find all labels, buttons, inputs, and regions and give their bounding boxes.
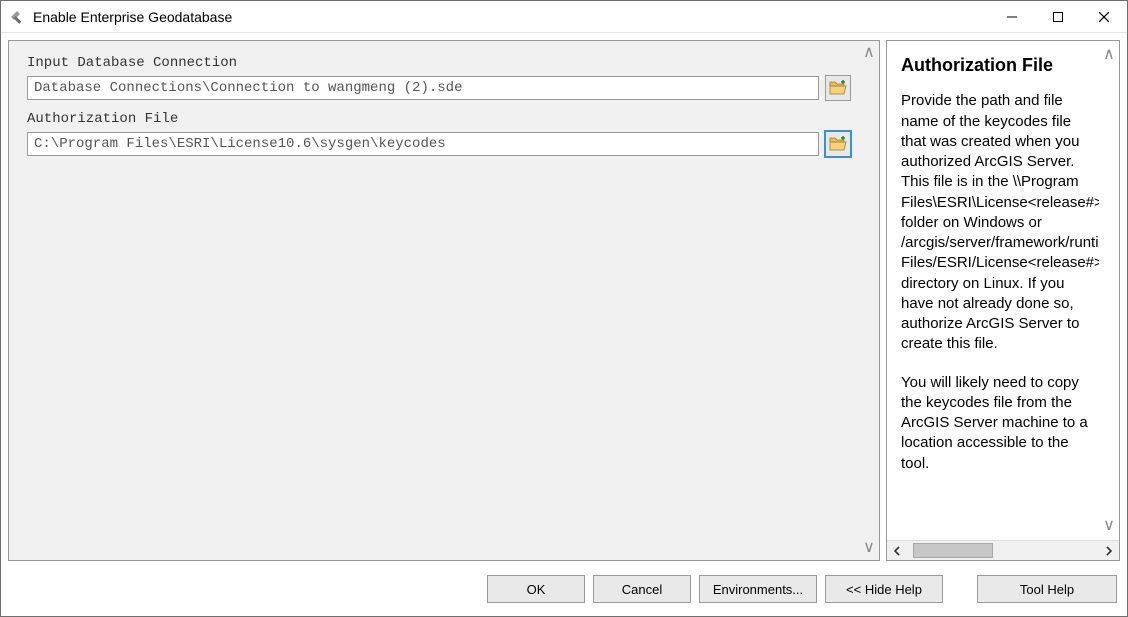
scroll-up-icon: ∧ <box>1103 47 1115 63</box>
panels: Input Database Connection <box>1 33 1127 568</box>
field-authorization-file: Authorization File <box>27 111 851 157</box>
close-button[interactable] <box>1081 1 1127 32</box>
scroll-down-icon: ∨ <box>1103 518 1115 534</box>
tool-help-button[interactable]: Tool Help <box>977 575 1117 603</box>
help-heading: Authorization File <box>901 53 1097 77</box>
help-paragraph-1: Provide the path and file name of the ke… <box>901 91 1097 354</box>
help-vertical-scroll[interactable]: ∧ ∨ <box>1099 41 1119 540</box>
window-title: Enable Enterprise Geodatabase <box>33 9 989 25</box>
scroll-right-icon[interactable] <box>1099 541 1119 560</box>
input-db-label: Input Database Connection <box>27 55 851 71</box>
scroll-left-icon[interactable] <box>887 541 907 560</box>
cancel-button[interactable]: Cancel <box>593 575 691 603</box>
ok-button[interactable]: OK <box>487 575 585 603</box>
hammer-icon <box>9 9 25 25</box>
browse-auth-file-button[interactable] <box>825 131 851 157</box>
input-db-field[interactable] <box>27 76 819 100</box>
button-bar: OK Cancel Environments... << Hide Help T… <box>1 568 1127 616</box>
auth-file-label: Authorization File <box>27 111 851 127</box>
titlebar[interactable]: Enable Enterprise Geodatabase <box>1 1 1127 33</box>
help-horizontal-scroll[interactable] <box>887 540 1119 560</box>
help-panel: Authorization File Provide the path and … <box>886 40 1120 561</box>
scroll-track[interactable] <box>907 541 1099 560</box>
maximize-button[interactable] <box>1035 1 1081 32</box>
help-text: Authorization File Provide the path and … <box>887 41 1099 540</box>
form-area: Input Database Connection <box>9 41 859 560</box>
window-controls <box>989 1 1127 32</box>
scroll-up-icon: ∧ <box>863 45 875 61</box>
client-area: Input Database Connection <box>1 33 1127 616</box>
hide-help-button[interactable]: << Hide Help <box>825 575 943 603</box>
params-vertical-scroll[interactable]: ∧ ∨ <box>859 41 879 560</box>
geoprocessing-dialog: Enable Enterprise Geodatabase Input Data… <box>0 0 1128 617</box>
help-paragraph-2: You will likely need to copy the keycode… <box>901 373 1097 474</box>
parameters-panel: Input Database Connection <box>8 40 880 561</box>
scroll-thumb[interactable] <box>913 543 993 558</box>
minimize-button[interactable] <box>989 1 1035 32</box>
browse-input-db-button[interactable] <box>825 75 851 101</box>
scroll-down-icon: ∨ <box>863 540 875 556</box>
environments-button[interactable]: Environments... <box>699 575 817 603</box>
auth-file-field[interactable] <box>27 132 819 156</box>
field-input-database-connection: Input Database Connection <box>27 55 851 101</box>
